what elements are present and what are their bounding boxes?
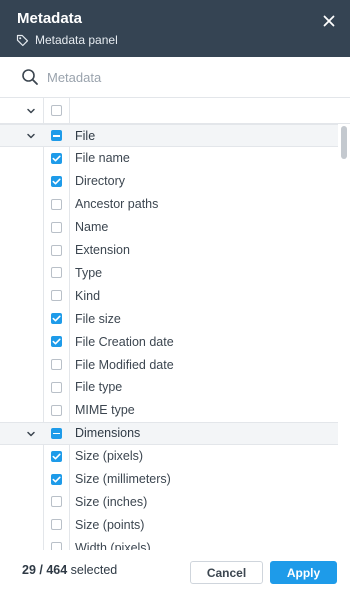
list-header-row: [0, 98, 350, 124]
field-checkbox[interactable]: [51, 152, 62, 164]
field-label: Directory: [75, 174, 126, 189]
field-label: File type: [75, 380, 123, 395]
field-row[interactable]: Ancestor paths: [0, 193, 338, 216]
field-checkbox[interactable]: [51, 290, 62, 302]
field-checkbox[interactable]: [51, 336, 62, 348]
field-label: Width (pixels): [75, 540, 151, 550]
field-checkbox[interactable]: [51, 313, 62, 325]
field-row[interactable]: Type: [0, 261, 338, 284]
check-icon: [52, 178, 61, 185]
group-label: File: [75, 128, 96, 143]
field-checkbox[interactable]: [51, 519, 62, 531]
field-label: File name: [75, 151, 130, 166]
field-label: Name: [75, 220, 109, 235]
field-checkbox[interactable]: [51, 175, 62, 187]
field-row[interactable]: Size (millimeters): [0, 468, 338, 491]
field-row[interactable]: Width (pixels): [0, 536, 338, 550]
search-icon: [22, 69, 38, 85]
chevron-down-icon[interactable]: [26, 429, 36, 439]
field-row[interactable]: Directory: [0, 170, 338, 193]
group-checkbox[interactable]: [51, 427, 62, 439]
field-label: Size (points): [75, 517, 145, 532]
field-label: File Modified date: [75, 357, 174, 372]
field-label: MIME type: [75, 403, 135, 418]
field-checkbox[interactable]: [51, 496, 62, 508]
field-label: Size (pixels): [75, 449, 144, 464]
check-icon: [52, 315, 61, 322]
field-checkbox[interactable]: [51, 359, 62, 370]
group-row[interactable]: File: [0, 124, 338, 147]
field-row[interactable]: Extension: [0, 239, 338, 262]
field-label: File Creation date: [75, 334, 174, 349]
panel-subtitle-text: Metadata panel: [35, 33, 118, 47]
check-icon: [52, 476, 61, 482]
field-row[interactable]: File Modified date: [0, 353, 338, 376]
chevron-down-icon[interactable]: [26, 106, 36, 116]
field-row[interactable]: MIME type: [0, 399, 338, 422]
scrollbar-track[interactable]: [338, 124, 350, 550]
field-row[interactable]: File name: [0, 147, 338, 170]
cancel-button[interactable]: Cancel: [190, 561, 263, 584]
field-checkbox[interactable]: [51, 381, 62, 393]
field-label: Size (inches): [75, 494, 148, 509]
field-row[interactable]: Size (pixels): [0, 445, 338, 468]
field-row[interactable]: File size: [0, 307, 338, 330]
selection-count-value: 29 / 464: [22, 563, 68, 577]
selection-count-suffix: selected: [70, 563, 118, 577]
field-row[interactable]: File Creation date: [0, 330, 338, 353]
field-label: Ancestor paths: [75, 197, 159, 212]
chevron-down-icon[interactable]: [26, 131, 36, 141]
panel-footer: 29 / 464 selected Cancel Apply: [0, 550, 350, 599]
group-row[interactable]: Dimensions: [0, 421, 338, 445]
search-bar: [0, 57, 350, 98]
selection-count: 29 / 464 selected: [22, 563, 117, 577]
check-icon: [52, 338, 61, 345]
field-label: Type: [75, 265, 103, 280]
field-row[interactable]: Size (points): [0, 513, 338, 536]
close-button[interactable]: [320, 12, 338, 30]
field-label: Kind: [75, 288, 101, 303]
check-icon: [52, 453, 61, 460]
field-checkbox[interactable]: [51, 473, 62, 485]
field-checkbox[interactable]: [51, 450, 62, 462]
field-row[interactable]: Name: [0, 216, 338, 239]
group-checkbox[interactable]: [51, 130, 62, 141]
field-label: Extension: [75, 243, 130, 257]
field-label: Size (millimeters): [75, 472, 171, 486]
tag-icon: [16, 34, 29, 47]
field-checkbox[interactable]: [51, 244, 62, 256]
field-checkbox[interactable]: [51, 542, 62, 550]
check-icon: [52, 155, 61, 162]
panel-header: Metadata Metadata panel: [0, 0, 350, 57]
metadata-field-list: File File name Directory Ancestor paths Name…: [0, 124, 338, 550]
close-icon: [323, 15, 335, 27]
field-checkbox[interactable]: [51, 404, 62, 416]
field-checkbox[interactable]: [51, 198, 62, 210]
scrollbar-thumb[interactable]: [341, 126, 347, 159]
panel-title: Metadata: [17, 10, 83, 27]
select-all-checkbox[interactable]: [51, 105, 62, 116]
apply-button[interactable]: Apply: [270, 561, 337, 584]
field-row[interactable]: File type: [0, 376, 338, 399]
field-label: File size: [75, 311, 121, 326]
field-checkbox[interactable]: [51, 221, 62, 233]
field-checkbox[interactable]: [51, 267, 62, 279]
search-input[interactable]: [47, 67, 327, 87]
field-row[interactable]: Kind: [0, 284, 338, 307]
panel-subtitle: Metadata panel: [16, 33, 118, 47]
field-row[interactable]: Size (inches): [0, 490, 338, 513]
group-label: Dimensions: [75, 426, 141, 441]
